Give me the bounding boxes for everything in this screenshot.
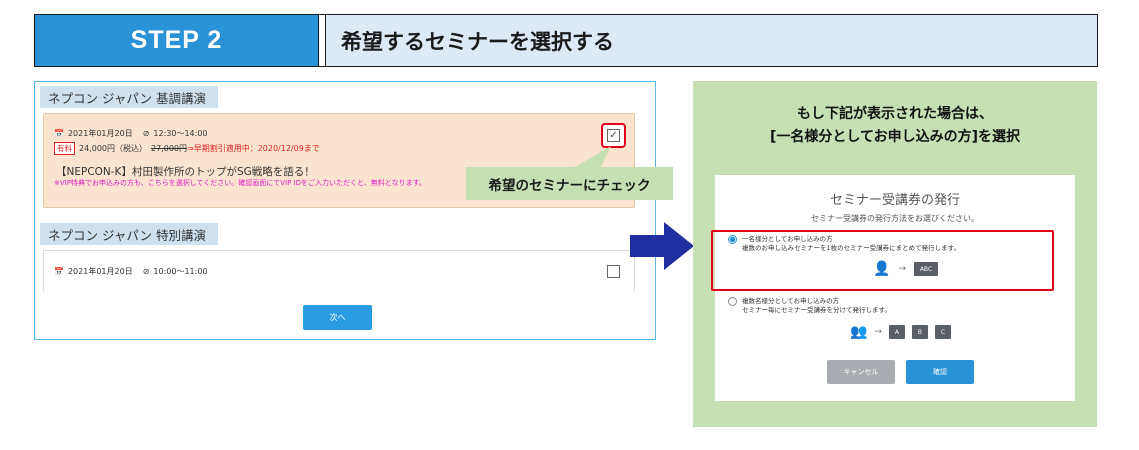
option-multiple-desc: セミナー毎にセミナー受講券を分けて発行します。	[742, 306, 891, 314]
option-single-highlight	[711, 230, 1054, 291]
arrow-right-icon: →	[874, 327, 882, 337]
keynote-price-row: 有料 24,000円（税込） 27,000円 ⇒早期割引適用中：2020/12/0…	[54, 142, 320, 155]
dialog-subtitle: セミナー受講券の発行方法をお選びください。	[811, 214, 979, 223]
vip-note: ※VIP特典でお申込みの方も、こちらを選択してください。確認画面にてVIP ID…	[54, 179, 426, 187]
dialog-title: セミナー受講券の発行	[829, 193, 960, 208]
special-section-label: ネプコン ジャパン 特別講演	[40, 223, 218, 245]
keynote-price: 24,000円（税込）	[79, 144, 147, 153]
calendar-icon: 📅	[54, 129, 64, 138]
discount-note: ⇒早期割引適用中：2020/12/09まで	[187, 144, 320, 153]
ticket-icon: C	[934, 325, 951, 339]
check-callout: 希望のセミナーにチェック	[466, 167, 673, 200]
clock-icon: ⊘	[142, 267, 150, 276]
step-title: 希望するセミナーを選択する	[341, 29, 614, 54]
notice-line-2: [一名様分としてお申し込みの方]を選択	[770, 129, 1020, 145]
keynote-session-title: 【NEPCON-K】村田製作所のトップがSG戦略を語る！	[56, 166, 315, 178]
option-multiple-illustration: 👥 → A B C	[850, 325, 951, 339]
notice-line-1: もし下記が表示された場合は、	[797, 106, 993, 122]
next-button[interactable]: 次へ	[303, 305, 372, 330]
checkbox-empty-icon[interactable]	[607, 265, 620, 278]
keynote-date: 2021年01月20日	[67, 129, 133, 138]
keynote-time: 12:30～14:00	[153, 129, 208, 138]
special-time: 10:00～11:00	[153, 267, 208, 276]
notice-text: もし下記が表示された場合は、 [一名様分としてお申し込みの方]を選択	[693, 103, 1097, 149]
keynote-datetime: 📅 2021年01月20日 ⊘ 12:30～14:00	[54, 128, 208, 139]
special-seminar-card[interactable]: 📅 2021年01月20日 ⊘ 10:00～11:00	[43, 250, 635, 292]
radio-multiple[interactable]	[728, 297, 737, 306]
special-date: 2021年01月20日	[67, 267, 133, 276]
step-divider	[318, 15, 326, 66]
keynote-section-label: ネプコン ジャパン 基調講演	[40, 86, 218, 108]
step-badge: STEP 2	[35, 15, 318, 66]
seminar-list-panel: ネプコン ジャパン 基調講演 📅 2021年01月20日 ⊘ 12:30～14:…	[34, 81, 673, 340]
confirm-button[interactable]: 確認	[906, 360, 974, 384]
paid-badge: 有料	[54, 142, 75, 155]
ticket-icon: A	[888, 325, 905, 339]
checkbox-checked-icon[interactable]: ✓	[607, 129, 620, 142]
option-multiple-text: 複数名様分としてお申し込みの方 セミナー毎にセミナー受講券を分けて発行します。	[742, 297, 891, 315]
arrow-right-icon	[630, 222, 694, 270]
clock-icon: ⊘	[142, 129, 150, 138]
step-header: STEP 2 希望するセミナーを選択する	[34, 14, 1098, 67]
special-datetime: 📅 2021年01月20日 ⊘ 10:00～11:00	[54, 266, 208, 277]
ticket-icon: B	[911, 325, 928, 339]
cancel-button[interactable]: キャンセル	[827, 360, 895, 384]
people-icon: 👥	[850, 324, 868, 340]
option-multiple-label: 複数名様分としてお申し込みの方	[742, 297, 840, 305]
calendar-icon: 📅	[54, 267, 64, 276]
original-price: 27,000円	[151, 144, 187, 153]
ticket-notice-panel: もし下記が表示された場合は、 [一名様分としてお申し込みの方]を選択 セミナー受…	[693, 81, 1097, 427]
